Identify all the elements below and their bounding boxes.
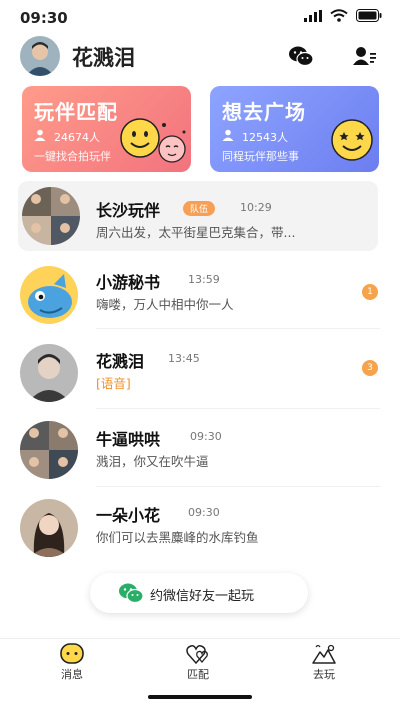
- person-icon: [222, 129, 234, 141]
- header: 花溅泪: [0, 34, 400, 78]
- match-card[interactable]: 玩伴匹配 24674人 一键找合拍玩伴: [22, 86, 191, 172]
- divider: [96, 328, 380, 329]
- tab-label: 去玩: [313, 668, 335, 681]
- home-indicator[interactable]: [148, 695, 252, 699]
- invite-label: 约微信好友一起玩: [150, 589, 255, 604]
- unread-badge: 1: [362, 284, 378, 300]
- chat-name: 一朵小花: [96, 506, 161, 525]
- chat-item[interactable]: 一朵小花 09:30 你们可以去黑麋峰的水库钓鱼: [0, 493, 400, 573]
- tab-explore[interactable]: 去玩: [284, 639, 364, 685]
- chat-item[interactable]: 长沙玩伴 队伍 10:29 周六出发，太平街星巴克集合，带...: [18, 181, 378, 251]
- chat-time: 09:30: [188, 506, 220, 519]
- star-eyes-emoji-icon: [331, 119, 373, 161]
- chat-message: 嗨喽，万人中相中你一人: [96, 297, 234, 312]
- message-icon: [60, 643, 84, 664]
- smiley-emoji-icon: [120, 118, 186, 163]
- wifi-icon: [330, 9, 348, 22]
- square-card[interactable]: 想去广场 12543人 同程玩伴那些事: [210, 86, 379, 172]
- chat-item[interactable]: 小游秘书 13:59 嗨喽，万人中相中你一人 1: [0, 256, 400, 336]
- user-name: 花溅泪: [72, 46, 135, 70]
- tab-label: 消息: [61, 668, 83, 681]
- team-tag: 队伍: [183, 201, 216, 216]
- chat-time: 10:29: [240, 201, 272, 214]
- battery-icon: [356, 9, 382, 22]
- status-bar: 09:30: [0, 0, 400, 34]
- landscape-icon: [312, 644, 336, 664]
- chat-message: [语音]: [96, 376, 131, 391]
- invite-wechat-button[interactable]: 约微信好友一起玩: [90, 573, 308, 613]
- card-count: 12543人: [242, 131, 288, 144]
- user-avatar[interactable]: [20, 36, 60, 76]
- tab-label: 匹配: [187, 668, 209, 681]
- card-title: 玩伴匹配: [34, 100, 118, 124]
- divider: [96, 408, 380, 409]
- chat-message: 你们可以去黑麋峰的水库钓鱼: [96, 530, 259, 545]
- user-avatar: [20, 499, 78, 557]
- chat-time: 09:30: [190, 430, 222, 443]
- tab-messages[interactable]: 消息: [32, 639, 112, 685]
- unread-badge: 3: [362, 360, 378, 376]
- signal-icon: [304, 9, 322, 22]
- card-count: 24674人: [54, 131, 100, 144]
- chat-name: 小游秘书: [96, 273, 161, 292]
- chat-name: 花溅泪: [96, 352, 145, 371]
- chat-time: 13:59: [188, 273, 220, 286]
- mascot-avatar: [20, 266, 78, 324]
- chat-name: 牛逼哄哄: [96, 430, 161, 449]
- status-time: 09:30: [20, 9, 68, 27]
- chat-time: 13:45: [168, 352, 200, 365]
- chat-message: 溅泪，你又在吹牛逼: [96, 454, 209, 469]
- contacts-icon[interactable]: [352, 44, 378, 68]
- chat-item[interactable]: 花溅泪 13:45 [语音] 3: [0, 337, 400, 417]
- chat-name: 长沙玩伴: [96, 201, 161, 220]
- person-icon: [34, 129, 46, 141]
- card-subtitle: 同程玩伴那些事: [222, 150, 299, 163]
- card-title: 想去广场: [222, 100, 306, 124]
- wechat-icon[interactable]: [288, 44, 314, 68]
- wechat-icon: [119, 583, 144, 604]
- tab-bar: 消息 匹配 去玩: [0, 638, 400, 684]
- group-avatar: [22, 187, 80, 245]
- card-subtitle: 一键找合拍玩伴: [34, 150, 111, 163]
- status-icons: [304, 9, 382, 22]
- user-avatar: [20, 344, 78, 402]
- chat-item[interactable]: 牛逼哄哄 09:30 溅泪，你又在吹牛逼: [0, 415, 400, 495]
- chat-message: 周六出发，太平街星巴克集合，带...: [96, 225, 296, 240]
- hearts-icon: [186, 645, 208, 665]
- tab-match[interactable]: 匹配: [158, 639, 238, 685]
- group-avatar: [20, 421, 78, 479]
- divider: [96, 486, 380, 487]
